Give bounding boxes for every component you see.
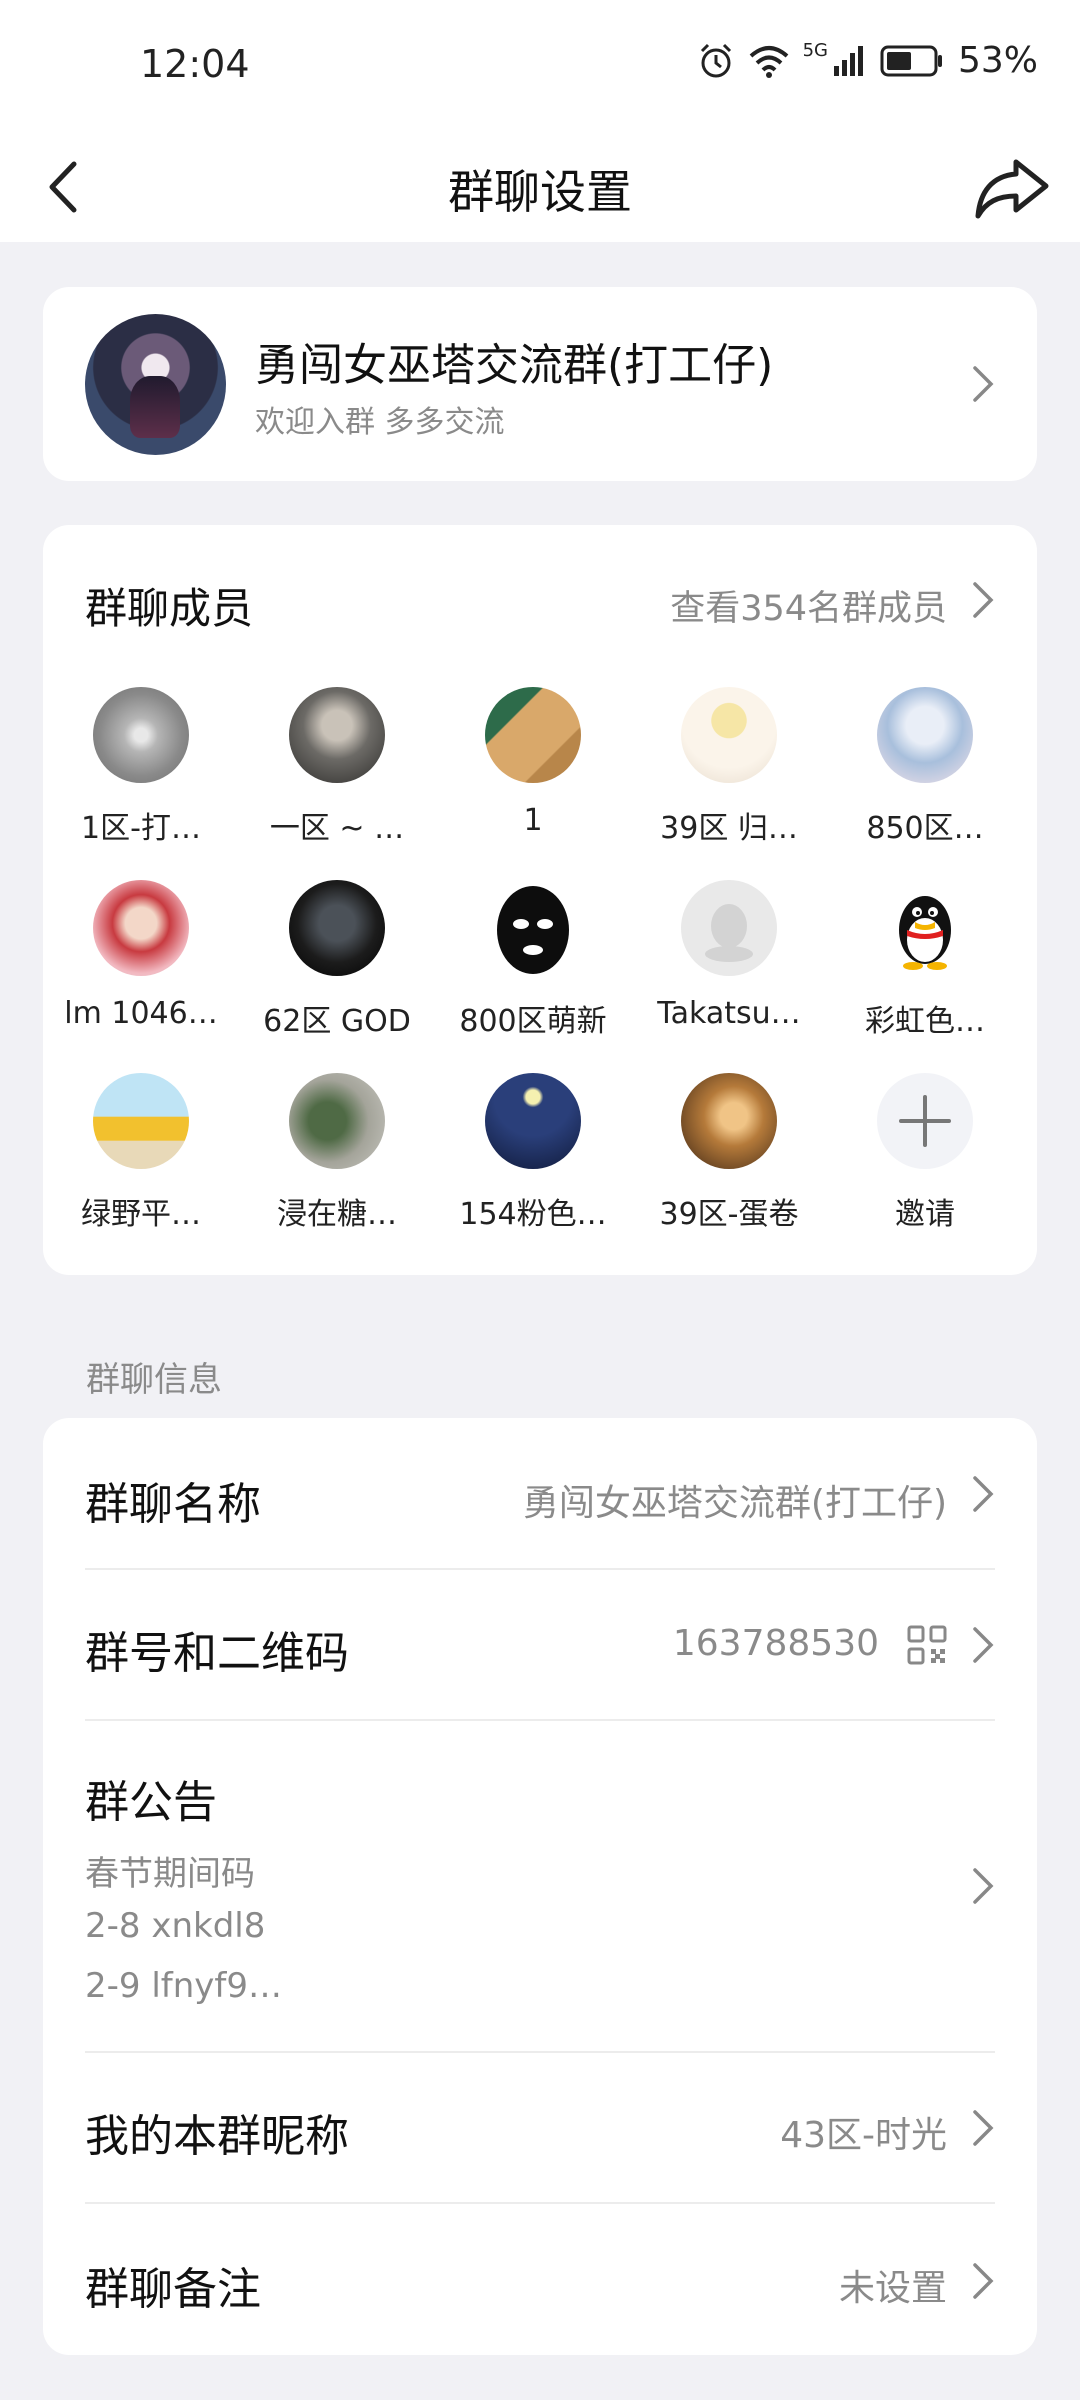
member-name: lm 1046… <box>64 996 218 1031</box>
member-item[interactable]: 1 <box>435 687 631 838</box>
notice-line: 2-9 lfnyf9… <box>85 1966 283 2006</box>
notice-line: 春节期间码 <box>85 1854 255 1894</box>
share-icon[interactable] <box>972 148 1052 228</box>
member-item[interactable]: 800区萌新 <box>435 880 631 1040</box>
members-card: 群聊成员 查看354名群成员 1区-打… 一区 ~ … 1 39区 归… 850… <box>43 525 1037 1275</box>
member-avatar <box>93 687 189 783</box>
masked-face-icon <box>497 886 569 974</box>
invite-avatar <box>877 1073 973 1169</box>
group-remark-value: 未设置 <box>838 2268 947 2309</box>
group-id-row[interactable]: 群号和二维码 163788530 <box>85 1569 995 1719</box>
member-name: Takatsu… <box>657 996 801 1031</box>
member-avatar <box>681 880 777 976</box>
member-name: 800区萌新 <box>459 1004 607 1039</box>
status-time: 12:04 <box>140 42 250 86</box>
battery-percentage: 53% <box>957 40 1038 81</box>
group-notice-label: 群公告 <box>85 1777 217 1828</box>
group-info-card: 群聊名称 勇闯女巫塔交流群(打工仔) 群号和二维码 163788530 群公告 … <box>43 1418 1037 2355</box>
group-name: 勇闯女巫塔交流群(打工仔) <box>255 340 774 391</box>
member-name: 62区 GOD <box>263 1004 411 1039</box>
alarm-icon <box>700 43 731 77</box>
group-avatar <box>85 314 226 455</box>
member-avatar <box>877 880 973 976</box>
plus-icon <box>899 1095 951 1147</box>
my-nickname-row[interactable]: 我的本群昵称 43区-时光 <box>85 2052 995 2202</box>
member-name: 850区… <box>866 811 984 846</box>
member-avatar <box>681 687 777 783</box>
group-remark-row[interactable]: 群聊备注 未设置 <box>85 2203 995 2353</box>
chevron-right-icon <box>973 366 994 402</box>
member-avatar <box>289 687 385 783</box>
group-id-label: 群号和二维码 <box>85 1628 349 1679</box>
invite-member-button[interactable]: 邀请 <box>827 1073 1023 1233</box>
nav-bar: 群聊设置 <box>0 130 1080 242</box>
member-avatar <box>289 880 385 976</box>
group-profile-card[interactable]: 勇闯女巫塔交流群(打工仔) 欢迎入群 多多交流 <box>43 287 1037 481</box>
members-title: 群聊成员 <box>85 584 254 633</box>
member-item[interactable]: lm 1046… <box>43 880 239 1031</box>
member-avatar <box>93 1073 189 1169</box>
invite-label: 邀请 <box>895 1197 955 1232</box>
group-description: 欢迎入群 多多交流 <box>255 405 505 440</box>
my-nickname-label: 我的本群昵称 <box>85 2111 349 2162</box>
member-avatar <box>485 687 581 783</box>
chevron-right-icon <box>973 2263 994 2299</box>
member-name: 1区-打… <box>81 811 201 846</box>
page-title: 群聊设置 <box>448 165 632 219</box>
member-name: 39区 归… <box>660 811 798 846</box>
chevron-right-icon <box>973 1476 994 1512</box>
member-name: 绿野平… <box>81 1197 201 1232</box>
default-avatar-icon <box>705 904 753 962</box>
member-name: 1 <box>523 803 543 838</box>
member-item[interactable]: 154粉色… <box>435 1073 631 1233</box>
my-nickname-value: 43区-时光 <box>780 2115 947 2156</box>
penguin-icon <box>899 896 951 970</box>
group-id-value: 163788530 <box>672 1623 879 1664</box>
member-name: 154粉色… <box>459 1197 607 1232</box>
view-all-members-link[interactable]: 查看354名群成员 <box>670 580 947 631</box>
chevron-right-icon <box>973 2110 994 2146</box>
member-name: 一区 ~ … <box>269 811 405 846</box>
group-remark-label: 群聊备注 <box>85 2264 261 2315</box>
member-avatar <box>877 687 973 783</box>
member-name: 39区-蛋卷 <box>659 1197 799 1232</box>
group-name-label: 群聊名称 <box>85 1479 261 1530</box>
status-bar: 12:04 5G 53% <box>0 0 1080 130</box>
member-avatar <box>93 880 189 976</box>
chevron-right-icon <box>973 1868 994 1904</box>
member-avatar <box>289 1073 385 1169</box>
member-item[interactable]: 39区-蛋卷 <box>631 1073 827 1233</box>
member-item[interactable]: 绿野平… <box>43 1073 239 1233</box>
wifi-icon <box>749 45 788 78</box>
member-item[interactable]: 1区-打… <box>43 687 239 847</box>
member-avatar <box>485 880 581 976</box>
member-item[interactable]: 浸在糖… <box>239 1073 435 1233</box>
member-name: 彩虹色… <box>865 1004 985 1039</box>
section-label-group-info: 群聊信息 <box>86 1360 222 1400</box>
member-avatar <box>485 1073 581 1169</box>
group-name-row[interactable]: 群聊名称 勇闯女巫塔交流群(打工仔) <box>85 1418 995 1568</box>
member-item[interactable]: 彩虹色… <box>827 880 1023 1040</box>
member-item[interactable]: Takatsu… <box>631 880 827 1031</box>
chevron-right-icon[interactable] <box>971 580 995 620</box>
member-item[interactable]: 39区 归… <box>631 687 827 847</box>
member-item[interactable]: 62区 GOD <box>239 880 435 1040</box>
member-avatar <box>681 1073 777 1169</box>
qr-code-icon <box>907 1625 947 1665</box>
member-item[interactable]: 一区 ~ … <box>239 687 435 847</box>
member-item[interactable]: 850区… <box>827 687 1023 847</box>
signal-icon <box>833 45 863 76</box>
group-notice-row[interactable]: 群公告 春节期间码 2-8 xnkdl8 2-9 lfnyf9… <box>85 1720 995 2050</box>
battery-icon <box>880 45 942 76</box>
network-label: 5G <box>802 40 828 61</box>
chevron-right-icon <box>973 1627 994 1663</box>
notice-line: 2-8 xnkdl8 <box>85 1906 266 1946</box>
status-icons: 5G 53% <box>697 40 1038 81</box>
group-name-value: 勇闯女巫塔交流群(打工仔) <box>522 1483 947 1524</box>
member-name: 浸在糖… <box>277 1197 397 1232</box>
